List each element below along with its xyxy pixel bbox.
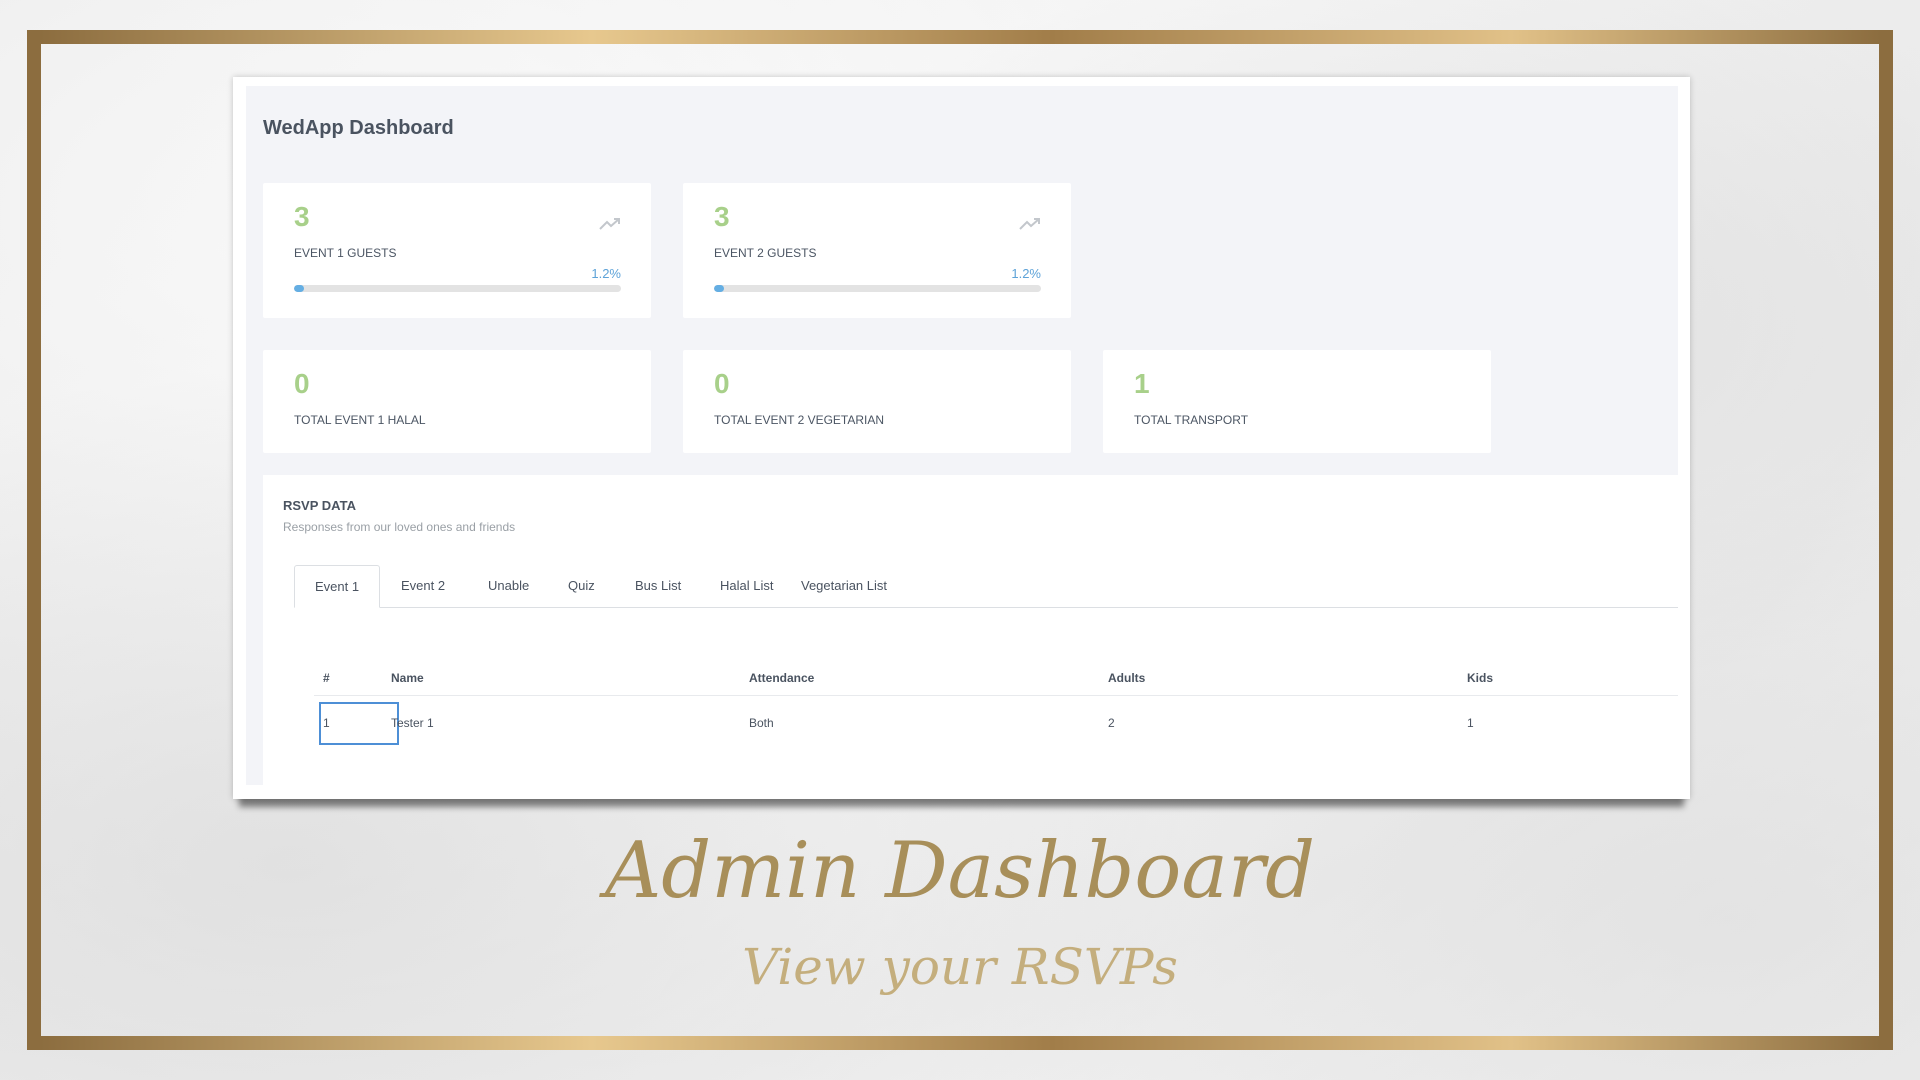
cell-name: Tester 1 bbox=[391, 716, 434, 730]
stat-percent: 1.2% bbox=[591, 266, 621, 281]
column-header-attendance: Attendance bbox=[749, 671, 815, 685]
stat-value: 3 bbox=[714, 201, 730, 232]
progress-bar bbox=[714, 285, 1041, 292]
page-title: WedApp Dashboard bbox=[263, 117, 454, 139]
stat-value: 3 bbox=[294, 201, 310, 232]
stat-card-event1-guests: 3 EVENT 1 GUESTS 1.2% bbox=[263, 183, 651, 318]
column-header-number: # bbox=[323, 671, 330, 685]
column-header-adults: Adults bbox=[1108, 671, 1146, 685]
cell-kids: 1 bbox=[1467, 716, 1474, 730]
cell-focus-outline[interactable] bbox=[319, 702, 399, 745]
stat-label: EVENT 2 GUESTS bbox=[714, 246, 817, 260]
rsvp-panel: RSVP DATA Responses from our loved ones … bbox=[263, 475, 1678, 785]
stat-percent: 1.2% bbox=[1011, 266, 1041, 281]
stat-label: TOTAL EVENT 2 VEGETARIAN bbox=[714, 413, 885, 427]
cell-adults: 2 bbox=[1108, 716, 1115, 730]
tab-event-1[interactable]: Event 1 bbox=[294, 565, 381, 608]
progress-fill bbox=[714, 285, 724, 292]
tab-unable[interactable]: Unable bbox=[468, 565, 549, 607]
tab-event-2[interactable]: Event 2 bbox=[381, 565, 465, 607]
column-header-kids: Kids bbox=[1467, 671, 1494, 685]
caption-subtitle: View your RSVPs bbox=[742, 938, 1178, 996]
trending-up-icon bbox=[599, 217, 621, 236]
stat-value: 1 bbox=[1134, 368, 1150, 399]
stat-value: 0 bbox=[714, 368, 730, 399]
trending-up-icon bbox=[1019, 217, 1041, 236]
stat-card-transport: 1 TOTAL TRANSPORT bbox=[1103, 350, 1491, 453]
caption-title: Admin Dashboard bbox=[604, 826, 1316, 916]
rsvp-tabs: Event 1 Event 2 Unable Quiz Bus List Hal… bbox=[294, 565, 1678, 608]
progress-fill bbox=[294, 285, 304, 292]
rsvp-heading: RSVP DATA bbox=[283, 498, 356, 513]
progress-bar bbox=[294, 285, 621, 292]
tab-quiz[interactable]: Quiz bbox=[548, 565, 615, 607]
cell-attendance: Both bbox=[749, 716, 774, 730]
tab-vegetarian-list[interactable]: Vegetarian List bbox=[781, 565, 907, 607]
stat-card-event2-guests: 3 EVENT 2 GUESTS 1.2% bbox=[683, 183, 1071, 318]
stat-label: TOTAL EVENT 1 HALAL bbox=[294, 413, 426, 427]
rsvp-subheading: Responses from our loved ones and friend… bbox=[283, 520, 516, 534]
tab-halal-list[interactable]: Halal List bbox=[700, 565, 793, 607]
column-header-name: Name bbox=[391, 671, 424, 685]
cell-number: 1 bbox=[323, 716, 330, 730]
stat-card-event1-halal: 0 TOTAL EVENT 1 HALAL bbox=[263, 350, 651, 453]
dashboard-screenshot: WedApp Dashboard 3 EVENT 1 GUESTS 1.2% 3… bbox=[233, 77, 1690, 799]
stat-label: TOTAL TRANSPORT bbox=[1134, 413, 1249, 427]
stat-value: 0 bbox=[294, 368, 310, 399]
stat-card-event2-vegetarian: 0 TOTAL EVENT 2 VEGETARIAN bbox=[683, 350, 1071, 453]
header-divider bbox=[314, 695, 1678, 696]
stat-label: EVENT 1 GUESTS bbox=[294, 246, 397, 260]
dashboard-content: WedApp Dashboard 3 EVENT 1 GUESTS 1.2% 3… bbox=[246, 86, 1678, 785]
tab-bus-list[interactable]: Bus List bbox=[615, 565, 701, 607]
